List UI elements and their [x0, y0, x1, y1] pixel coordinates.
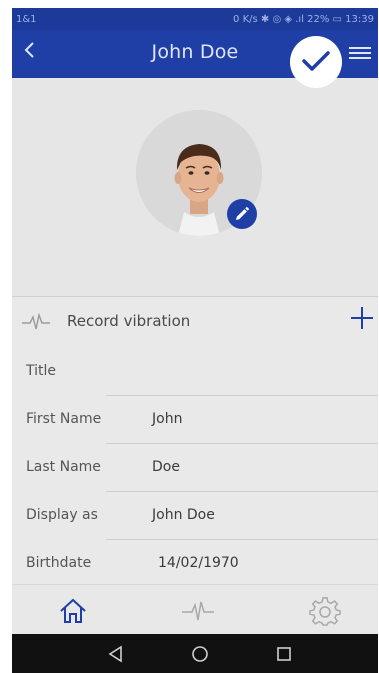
edit-photo-button[interactable] [227, 199, 257, 229]
save-button[interactable] [290, 36, 342, 88]
field-first-name[interactable]: First Name John [12, 396, 378, 444]
field-birthdate[interactable]: Birthdate 14/02/1970 [12, 540, 378, 588]
field-title[interactable]: Title [12, 348, 378, 396]
phone-screen: 1&1 0 K/s ✱ ◎ ◈ .ıl 22% ▭ 13:39 John Doe [12, 8, 378, 673]
field-label: Title [26, 363, 57, 379]
nav-home[interactable] [58, 596, 88, 626]
nav-activity[interactable] [182, 596, 214, 626]
menu-line [349, 52, 371, 54]
menu-button[interactable] [349, 44, 371, 62]
pencil-icon [236, 207, 249, 220]
field-label: Birthdate [26, 555, 92, 571]
plus-icon [351, 307, 373, 329]
record-vibration-label: Record vibration [67, 312, 191, 330]
checkmark-icon [302, 51, 330, 71]
system-navigation-bar [12, 634, 378, 673]
system-home-button[interactable] [190, 644, 210, 664]
record-vibration-row[interactable]: Record vibration [12, 300, 378, 344]
status-bar: 1&1 0 K/s ✱ ◎ ◈ .ıl 22% ▭ 13:39 [12, 8, 378, 30]
first-name-input[interactable]: John [152, 411, 182, 427]
field-label: First Name [26, 411, 102, 427]
system-recents-button[interactable] [274, 644, 294, 664]
nav-settings[interactable] [309, 596, 341, 626]
menu-line [349, 57, 371, 59]
carrier-label: 1&1 [16, 13, 37, 25]
last-name-input[interactable]: Doe [152, 459, 180, 475]
circle-home-icon [192, 646, 208, 662]
field-last-name[interactable]: Last Name Doe [12, 444, 378, 492]
menu-line [349, 47, 371, 49]
field-label: Display as [26, 507, 98, 523]
profile-photo-section [12, 78, 378, 296]
bottom-navigation [12, 584, 378, 635]
field-display-as[interactable]: Display as John Doe [12, 492, 378, 540]
birthdate-input[interactable]: 14/02/1970 [158, 555, 239, 571]
display-as-input[interactable]: John Doe [152, 507, 215, 523]
section-divider [12, 296, 378, 297]
field-label: Last Name [26, 459, 101, 475]
triangle-back-icon [108, 645, 122, 663]
status-indicators: 0 K/s ✱ ◎ ◈ .ıl 22% ▭ 13:39 [233, 13, 374, 25]
home-icon [60, 598, 86, 623]
waveform-icon [182, 601, 214, 621]
square-recents-icon [277, 647, 291, 661]
gear-icon [309, 597, 341, 626]
system-back-button[interactable] [106, 644, 126, 664]
add-record-button[interactable] [350, 306, 374, 336]
waveform-icon [22, 313, 50, 330]
